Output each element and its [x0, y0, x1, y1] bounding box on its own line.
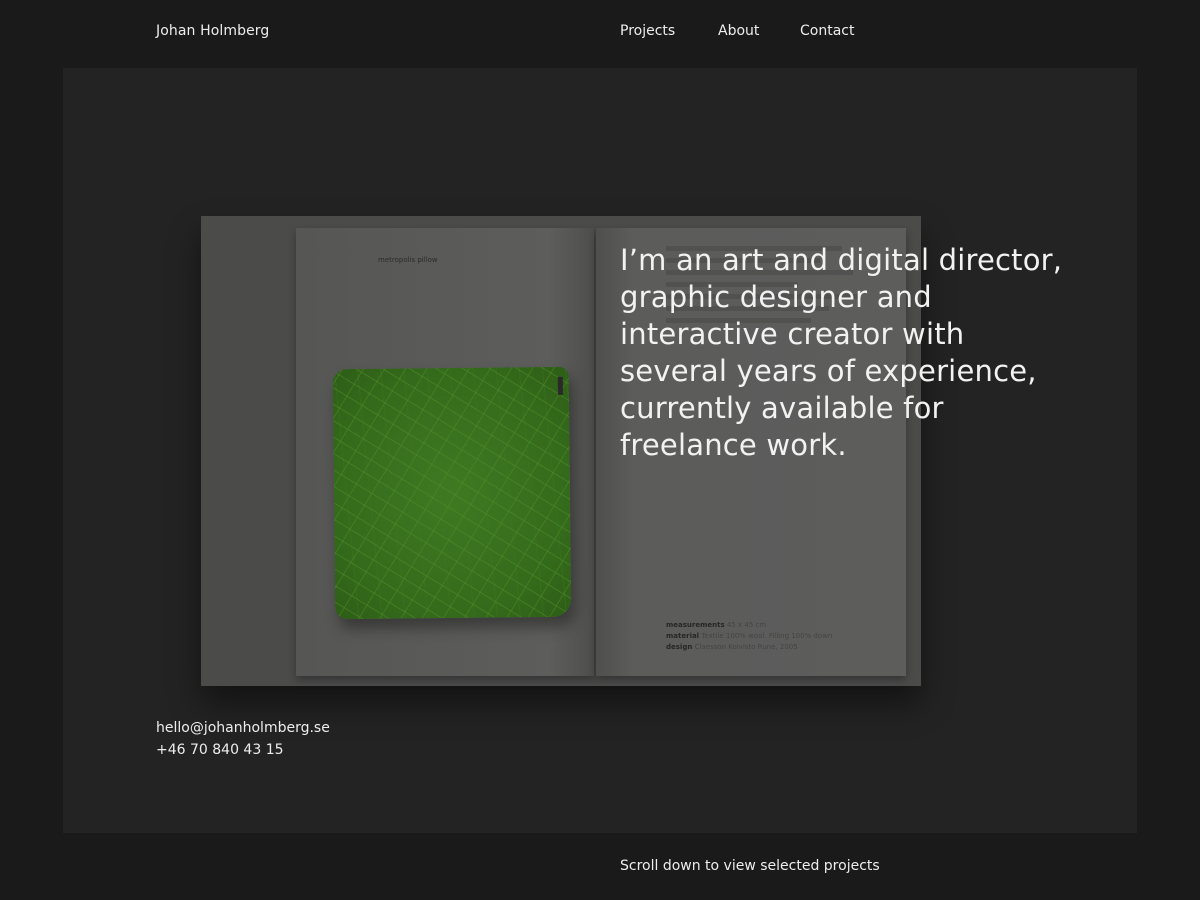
spec-row: design Claesson Koivisto Rune, 2005 — [666, 643, 798, 651]
nav-projects[interactable]: Projects — [620, 23, 675, 39]
booklet-left-page: metropolis pillow — [296, 228, 594, 676]
product-spec: measurements 45 x 45 cm material Textile… — [666, 620, 832, 653]
site-header: Johan Holmberg Projects About Contact — [0, 0, 1200, 68]
phone-link[interactable]: +46 70 840 43 15 — [156, 739, 330, 761]
nav-about[interactable]: About — [718, 23, 759, 39]
spec-row: material Textile 100% wool. Filling 100%… — [666, 632, 833, 640]
nav-contact[interactable]: Contact — [800, 23, 854, 39]
hero-headline: I’m an art and digital director, graphic… — [620, 243, 1063, 462]
scroll-hint[interactable]: Scroll down to view selected projects — [620, 858, 880, 874]
pillow-tag — [557, 376, 563, 395]
contact-info: hello@johanholmberg.se +46 70 840 43 15 — [156, 717, 330, 761]
spec-row: measurements 45 x 45 cm — [666, 621, 767, 629]
page-caption: metropolis pillow — [378, 256, 438, 264]
pillow-image — [332, 366, 572, 620]
email-link[interactable]: hello@johanholmberg.se — [156, 717, 330, 739]
hero-panel: metropolis pillow measurements 45 x 45 c… — [63, 68, 1137, 833]
brand-link[interactable]: Johan Holmberg — [156, 23, 269, 39]
